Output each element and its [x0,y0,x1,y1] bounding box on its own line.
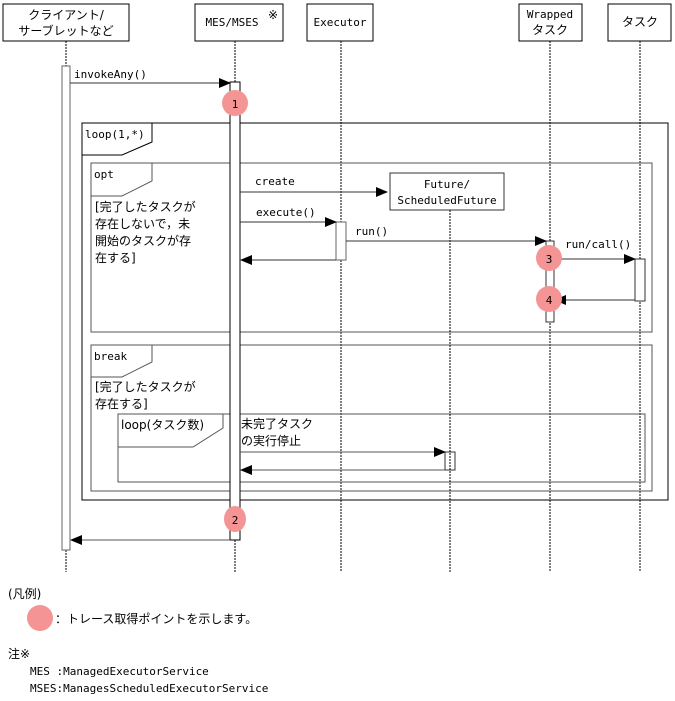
note-mses: MSES:ManagesScheduledExecutorService [30,682,269,695]
activation-executor [335,221,347,261]
lifeline-task-label: タスク [622,15,658,29]
message-run-call-label: run/call() [565,238,631,251]
lifeline-mes-label: MES/MSES [206,16,259,29]
trace-point-2-label: 2 [232,514,239,527]
legend-title: (凡例) [8,587,42,601]
opt-guard-line-4: 在する] [95,251,136,265]
trace-point-3: 3 [536,245,562,271]
opt-guard-line-2: 存在しないで，未 [95,217,190,231]
message-invoke-any: invokeAny() [70,68,231,88]
fragment-loop-inner: loop(タスク数) [117,413,646,483]
lifeline-wrapped-label-2: タスク [532,23,568,37]
lifeline-executor: Executor [306,3,374,572]
message-execute-label: execute() [256,206,316,219]
activation-task [634,258,646,302]
object-future: Future/ ScheduledFuture [389,172,505,572]
opt-guard-line-3: 開始のタスクが存 [95,233,191,248]
activation-mes [229,81,241,541]
message-run-label: run() [355,225,388,238]
lifeline-client-label-1: クライアント/ [28,8,105,22]
lifeline-executor-label: Executor [314,16,367,29]
trace-point-4: 4 [536,286,562,312]
future-label-1: Future/ [424,178,470,191]
message-run-call: run/call() [554,238,636,264]
trace-point-3-label: 3 [546,253,553,266]
note-mes: MES :ManagedExecutorService [30,665,209,678]
trace-point-1-label: 1 [232,98,239,111]
message-create: create [240,175,388,197]
legend-trace-point-icon [27,605,53,631]
message-stop-label-2: の実行停止 [241,433,301,448]
message-invoke-any-label: invokeAny() [74,68,147,81]
message-stop-label-1: 未完了タスク [241,416,313,431]
lifeline-client-label-2: サーブレットなど [18,23,113,38]
legend-trace-description: ：トレース取得ポイントを示します。 [55,612,258,626]
fragment-loop-inner-label: loop(タスク数) [121,417,204,432]
fragment-loop-outer-label: loop(1,*) [85,128,145,141]
fragment-opt-label: opt [94,168,114,181]
note-title: 注※ [8,647,31,661]
trace-point-2: 2 [224,506,246,532]
trace-point-4-label: 4 [546,294,553,307]
trace-point-1: 1 [222,90,248,116]
message-run: run() [346,225,547,246]
opt-guard-line-1: [完了したタスクが [95,199,196,214]
lifeline-wrapped-label-1: Wrapped [527,8,573,21]
message-execute: execute() [240,206,337,227]
note-marker: ※ [268,8,278,22]
future-label-2: ScheduledFuture [397,194,496,207]
break-guard-line-2: 存在する] [95,397,148,411]
fragment-break-label: break [94,350,127,363]
break-guard-line-1: [完了したタスクが [95,379,196,394]
message-create-label: create [255,175,295,188]
activation-client [61,65,71,551]
sequence-diagram: クライアント/ サーブレットなど MES/MSES ※ Executor Wra… [2,3,672,572]
message-stop-task: 未完了タスク の実行停止 [240,416,446,457]
